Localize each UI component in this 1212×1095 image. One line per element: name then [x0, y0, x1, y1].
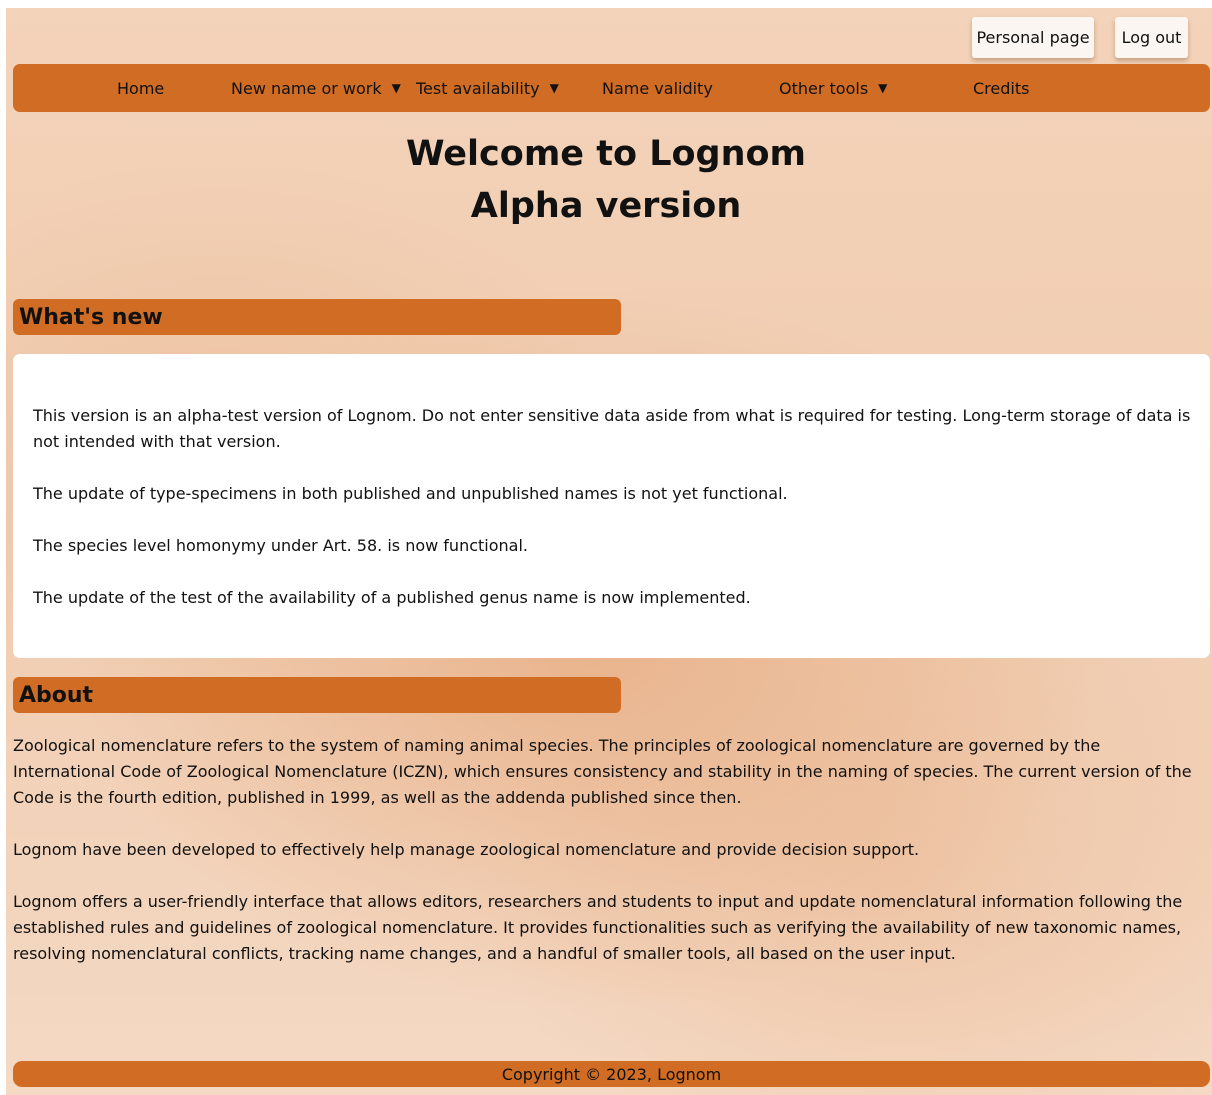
dropdown-caret-icon: ▼ — [391, 81, 401, 95]
main-navbar: Home New name or work ▼ Test availabilit… — [13, 64, 1210, 112]
footer: Copyright © 2023, Lognom — [13, 1061, 1210, 1087]
news-paragraph: The update of the test of the availabili… — [33, 588, 751, 607]
nav-item-label: Test availability — [416, 78, 540, 98]
nav-item-label: New name or work — [231, 78, 382, 98]
nav-item-label: Other tools — [779, 78, 869, 98]
copyright-text: Copyright © 2023, Lognom — [501, 1064, 722, 1084]
nav-item-label: Home — [117, 78, 165, 98]
nav-item-other-tools[interactable]: Other tools ▼ — [779, 64, 887, 112]
window-top-edge — [0, 0, 1212, 8]
log-out-button[interactable]: Log out — [1115, 17, 1188, 58]
whats-new-heading: What's new — [13, 299, 621, 335]
dropdown-caret-icon: ▼ — [878, 81, 888, 95]
whats-new-panel: This version is an alpha-test version of… — [13, 354, 1210, 658]
news-paragraph: The update of type-specimens in both pub… — [33, 484, 788, 503]
about-paragraph: Zoological nomenclature refers to the sy… — [13, 736, 1192, 807]
nav-item-new-name-or-work[interactable]: New name or work ▼ — [231, 64, 401, 112]
dropdown-caret-icon: ▼ — [549, 81, 559, 95]
nav-item-name-validity[interactable]: Name validity — [602, 64, 713, 112]
about-paragraph: Lognom have been developed to effectivel… — [13, 840, 920, 859]
nav-item-label: Credits — [973, 78, 1030, 98]
news-paragraph: The species level homonymy under Art. 58… — [33, 536, 528, 555]
about-heading: About — [13, 677, 621, 713]
page: Personal page Log out Home New name or w… — [0, 0, 1212, 1095]
page-subtitle: Alpha version — [470, 186, 742, 226]
nav-item-label: Name validity — [602, 78, 713, 98]
page-title: Welcome to Lognom — [405, 134, 807, 174]
nav-item-credits[interactable]: Credits — [973, 64, 1029, 112]
personal-page-button[interactable]: Personal page — [972, 17, 1094, 58]
nav-item-test-availability[interactable]: Test availability ▼ — [416, 64, 559, 112]
about-paragraph: Lognom offers a user-friendly interface … — [13, 892, 1183, 963]
nav-item-home[interactable]: Home — [117, 64, 164, 112]
news-paragraph: This version is an alpha-test version of… — [33, 406, 1191, 451]
